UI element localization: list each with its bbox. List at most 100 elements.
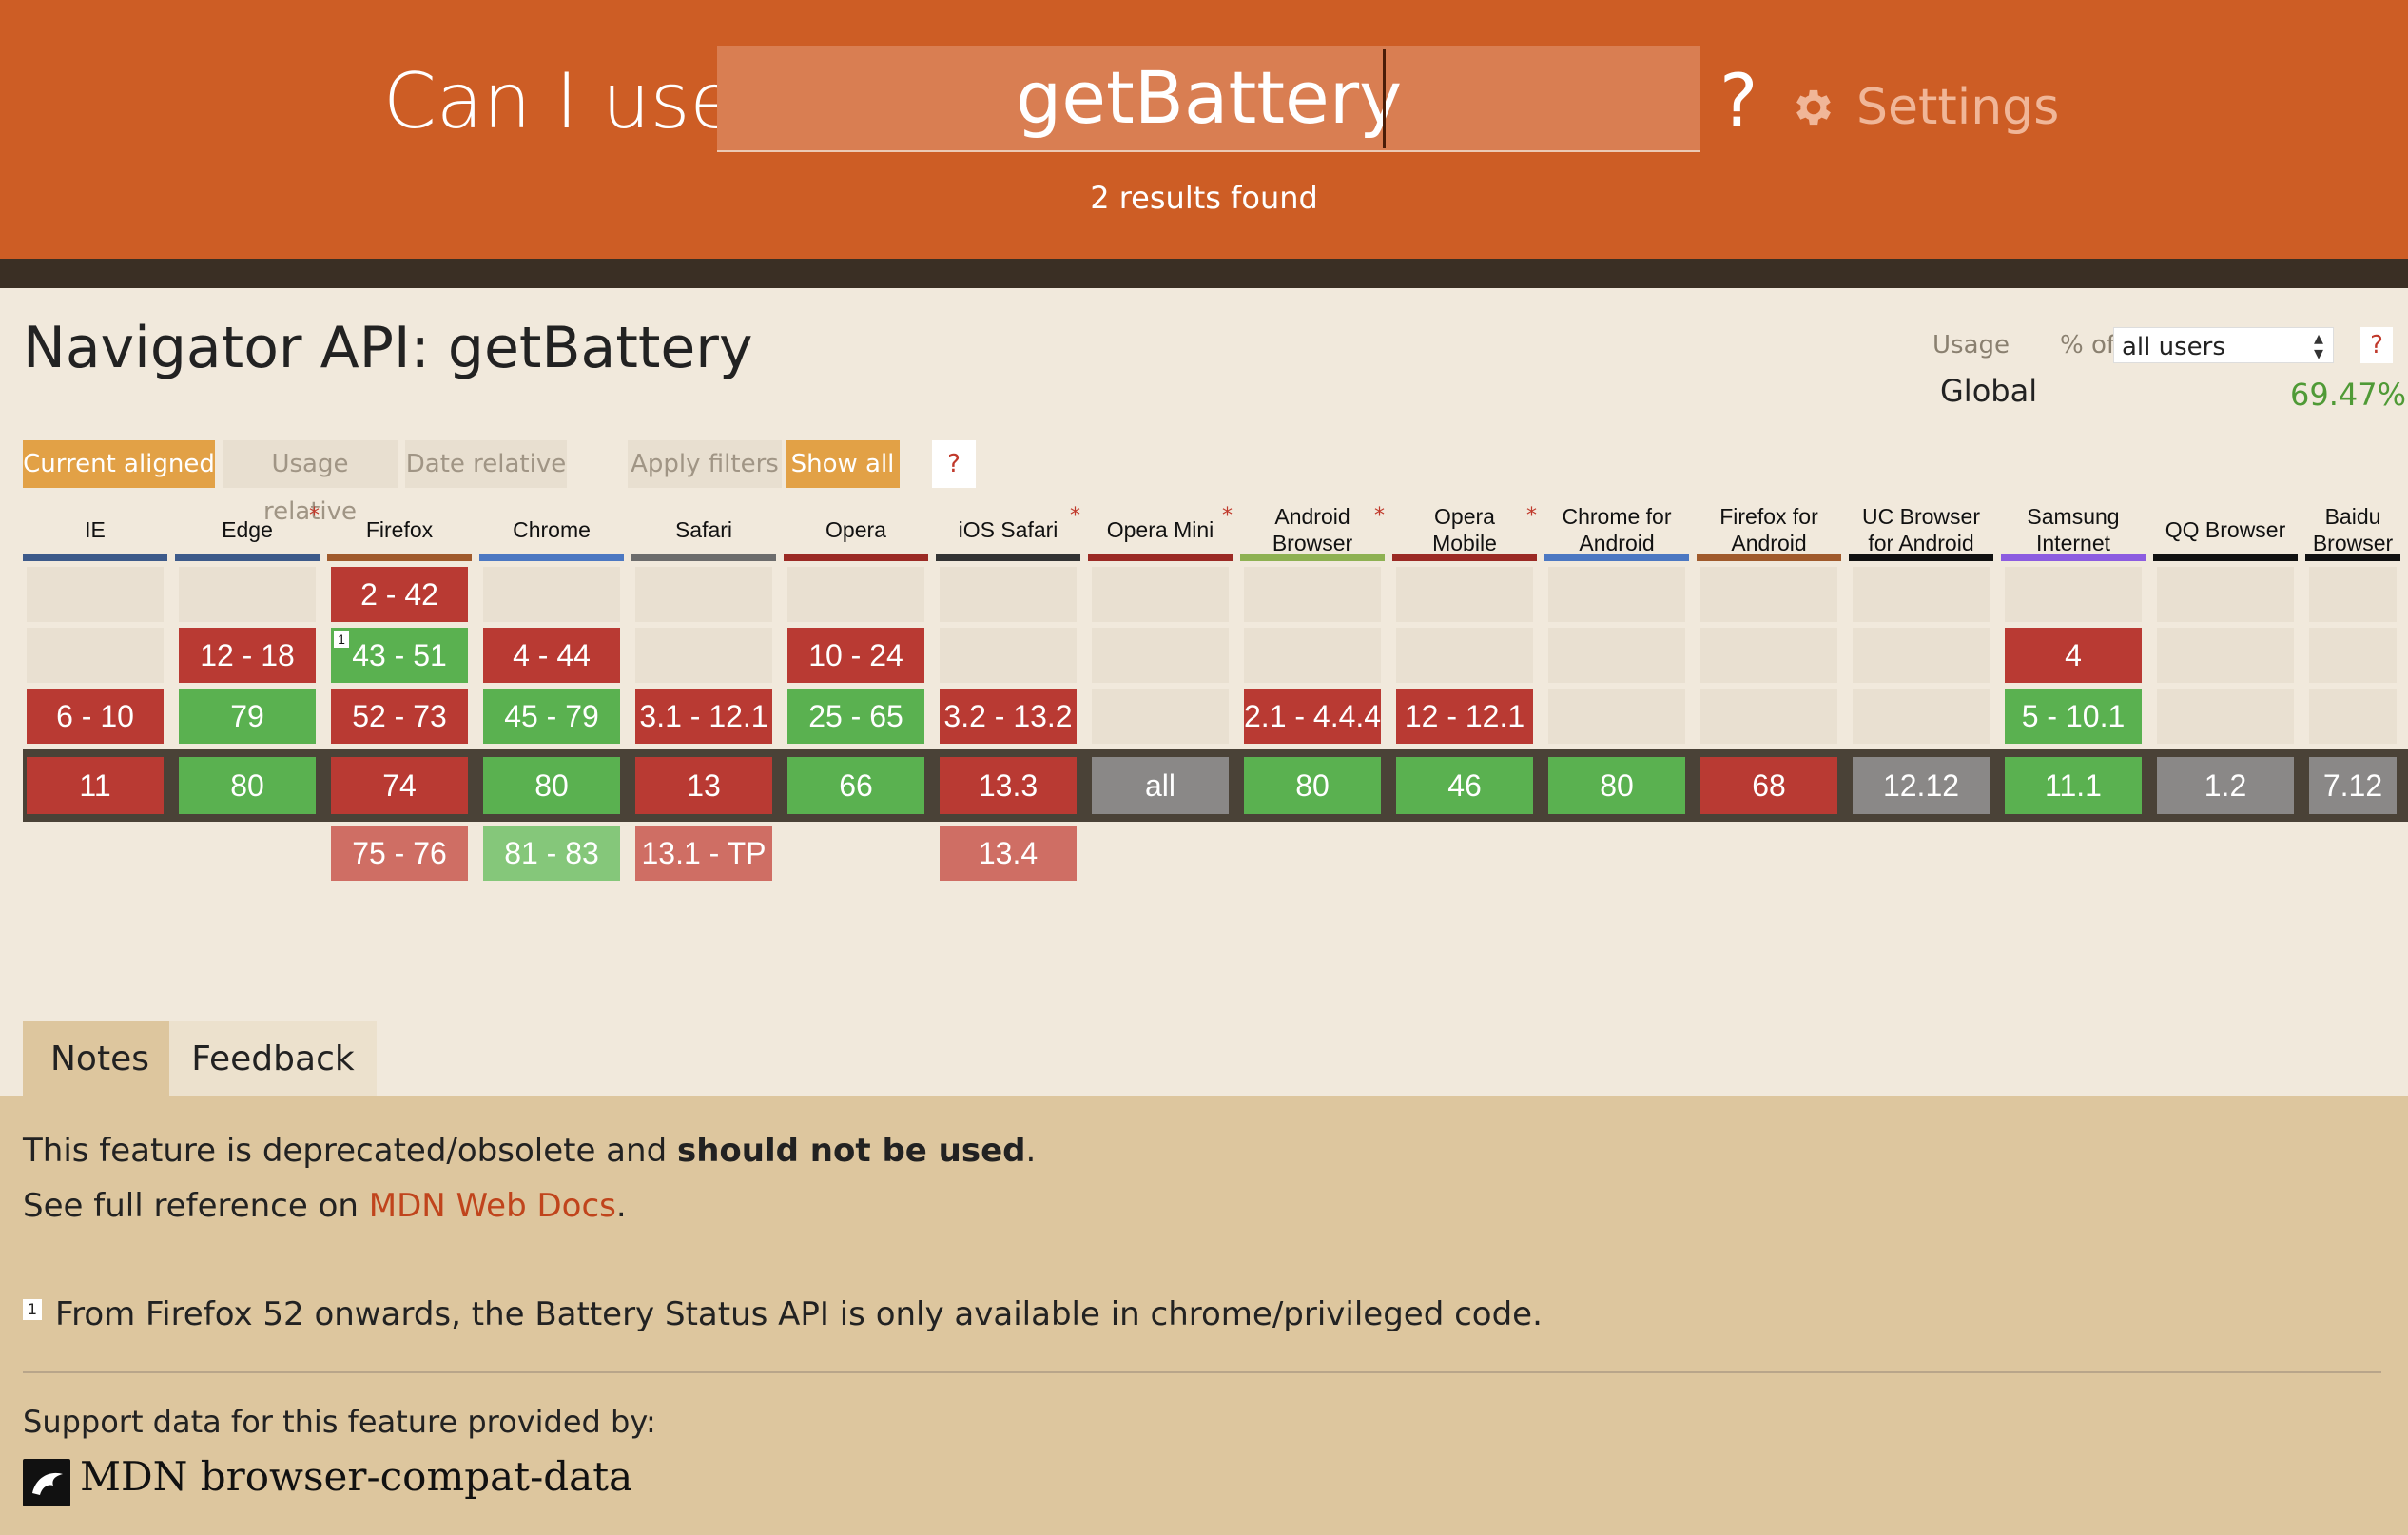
- notes-asterisk: *: [1222, 504, 1233, 528]
- current-version-cell[interactable]: 68: [1700, 757, 1837, 814]
- version-cell[interactable]: 5 - 10.1: [2005, 689, 2142, 744]
- current-aligned-button[interactable]: Current aligned: [23, 440, 215, 488]
- browser-header[interactable]: Firefox: [327, 502, 472, 557]
- empty-cell: [2157, 689, 2294, 744]
- version-cell[interactable]: 75 - 76: [331, 826, 468, 881]
- notes-asterisk: *: [1070, 504, 1080, 528]
- current-version-cell[interactable]: 13: [635, 757, 772, 814]
- browser-name: Android: [1274, 504, 1350, 529]
- search-help-button[interactable]: ?: [1719, 53, 1757, 148]
- browser-header[interactable]: QQ Browser: [2153, 502, 2298, 557]
- browser-name: Browser: [2312, 531, 2394, 555]
- browser-header[interactable]: Samsung Internet: [2001, 502, 2146, 557]
- notes-asterisk: *: [1526, 504, 1537, 528]
- browser-column: Safari 3.1 - 12.1 13 13.1 - TP: [631, 502, 776, 883]
- version-cell[interactable]: 4: [2005, 628, 2142, 683]
- current-version-cell[interactable]: 11.1: [2005, 757, 2142, 814]
- browser-column: Android Browser * 2.1 - 4.4.4 80: [1240, 502, 1385, 883]
- search-box[interactable]: [717, 46, 1700, 152]
- tab-notes[interactable]: Notes: [23, 1021, 194, 1096]
- version-cell[interactable]: 2.1 - 4.4.4: [1244, 689, 1381, 744]
- current-version-cell[interactable]: all: [1092, 757, 1229, 814]
- show-all-button[interactable]: Show all: [786, 440, 900, 488]
- empty-cell: [1700, 628, 1837, 683]
- browser-header[interactable]: Chrome: [479, 502, 624, 557]
- browser-header[interactable]: Safari: [631, 502, 776, 557]
- empty-cell: [1092, 628, 1229, 683]
- mdn-web-docs-link[interactable]: MDN Web Docs: [369, 1187, 616, 1225]
- version-cell[interactable]: 10 - 24: [787, 628, 924, 683]
- browser-name: Android: [1579, 531, 1655, 555]
- browser-name: Firefox for: [1719, 504, 1818, 529]
- browser-header[interactable]: Opera Mobile: [1392, 502, 1537, 557]
- browser-header[interactable]: Firefox for Android: [1697, 502, 1841, 557]
- current-version-cell[interactable]: 46: [1396, 757, 1533, 814]
- current-version-cell[interactable]: 12.12: [1853, 757, 1990, 814]
- browser-name: Samsung: [2027, 504, 2120, 529]
- browser-color-bar: [631, 554, 776, 561]
- browser-header[interactable]: iOS Safari: [936, 502, 1080, 557]
- notes-divider: [23, 1371, 2381, 1373]
- version-cell[interactable]: 43 - 51 1: [331, 628, 468, 683]
- current-version-cell[interactable]: 80: [179, 757, 316, 814]
- browser-header[interactable]: Opera: [784, 502, 928, 557]
- current-version-cell[interactable]: 80: [483, 757, 620, 814]
- version-cell[interactable]: 4 - 44: [483, 628, 620, 683]
- browser-header[interactable]: Opera Mini: [1088, 502, 1233, 557]
- version-cell[interactable]: 52 - 73: [331, 689, 468, 744]
- empty-cell: [1700, 567, 1837, 622]
- browser-name: Opera: [825, 517, 886, 542]
- settings-link[interactable]: Settings: [1856, 72, 2059, 143]
- version-cell[interactable]: 6 - 10: [27, 689, 164, 744]
- select-arrows-icon: ▴ ▾: [2313, 326, 2323, 364]
- version-cell[interactable]: 2 - 42: [331, 567, 468, 622]
- search-input[interactable]: [717, 46, 1700, 148]
- current-version-cell[interactable]: 80: [1548, 757, 1685, 814]
- mdn-compat-data-link[interactable]: MDN browser-compat-data: [80, 1453, 632, 1500]
- browser-header[interactable]: Android Browser: [1240, 502, 1385, 557]
- usage-help-button[interactable]: ?: [2360, 327, 2393, 363]
- date-relative-button[interactable]: Date relative: [405, 440, 567, 488]
- browser-name: Edge: [222, 517, 273, 542]
- version-cell[interactable]: 13.4: [940, 826, 1077, 881]
- tab-feedback[interactable]: Feedback: [169, 1021, 377, 1096]
- version-cell[interactable]: 3.1 - 12.1: [635, 689, 772, 744]
- version-cell[interactable]: 13.1 - TP: [635, 826, 772, 881]
- empty-cell: [1244, 567, 1381, 622]
- empty-cell: [1853, 689, 1990, 744]
- version-cell[interactable]: 12 - 18: [179, 628, 316, 683]
- browser-header[interactable]: Baidu Browser: [2305, 502, 2400, 557]
- current-version-cell[interactable]: 74: [331, 757, 468, 814]
- browser-name: UC Browser: [1862, 504, 1980, 529]
- browser-color-bar: [1088, 554, 1233, 561]
- version-cell[interactable]: 3.2 - 13.2: [940, 689, 1077, 744]
- version-cell[interactable]: 25 - 65: [787, 689, 924, 744]
- note-text: .: [1025, 1132, 1037, 1170]
- current-version-cell[interactable]: 11: [27, 757, 164, 814]
- browser-header[interactable]: Chrome for Android: [1544, 502, 1689, 557]
- empty-cell: [2309, 689, 2397, 744]
- browser-header[interactable]: UC Browser for Android: [1849, 502, 1993, 557]
- current-version-cell[interactable]: 80: [1244, 757, 1381, 814]
- version-cell[interactable]: 45 - 79: [483, 689, 620, 744]
- usage-relative-button[interactable]: Usage relative: [223, 440, 398, 526]
- filters-help-button[interactable]: ?: [932, 440, 976, 488]
- browser-header[interactable]: Edge: [175, 502, 320, 557]
- site-header: Can I use ? Settings 2 results found: [0, 0, 2408, 259]
- browser-name: Mobile: [1432, 531, 1497, 555]
- version-cell[interactable]: 79: [179, 689, 316, 744]
- gear-icon[interactable]: [1790, 84, 1837, 131]
- empty-cell: [1244, 628, 1381, 683]
- browser-header[interactable]: IE: [23, 502, 167, 557]
- current-version-cell[interactable]: 13.3: [940, 757, 1077, 814]
- users-select[interactable]: all users ▴ ▾: [2113, 327, 2334, 363]
- version-cell[interactable]: 81 - 83: [483, 826, 620, 881]
- version-cell[interactable]: 12 - 12.1: [1396, 689, 1533, 744]
- apply-filters-button[interactable]: Apply filters: [628, 440, 782, 488]
- current-version-cell[interactable]: 66: [787, 757, 924, 814]
- current-version-cell[interactable]: 7.12: [2309, 757, 2397, 814]
- empty-cell: [635, 628, 772, 683]
- current-version-cell[interactable]: 1.2: [2157, 757, 2294, 814]
- empty-cell: [1548, 567, 1685, 622]
- empty-cell: [1396, 567, 1533, 622]
